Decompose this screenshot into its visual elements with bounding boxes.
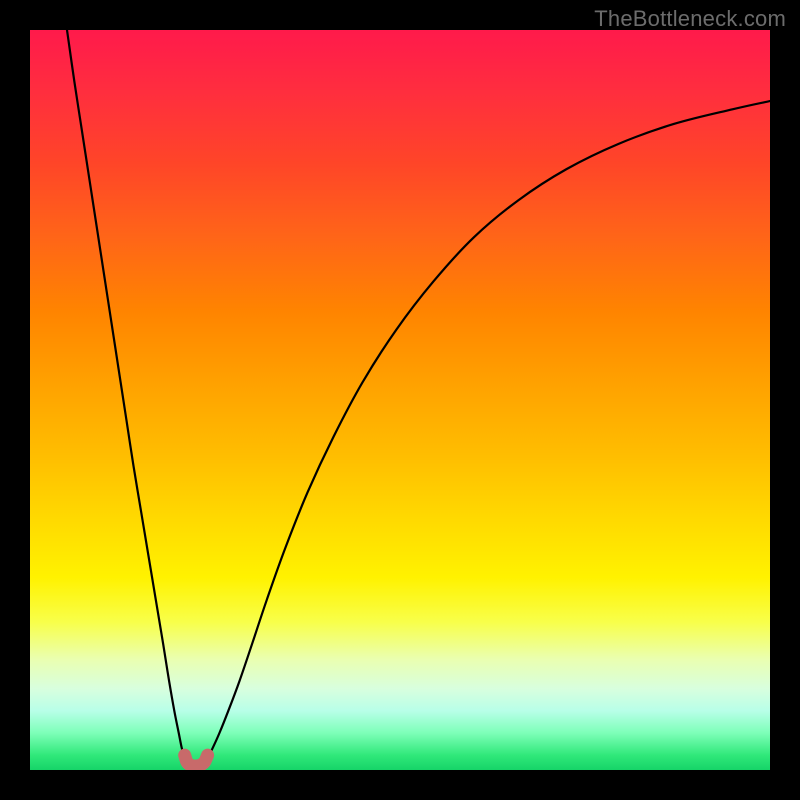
watermark-text: TheBottleneck.com (594, 6, 786, 32)
plot-area (30, 30, 770, 770)
chart-frame: TheBottleneck.com (0, 0, 800, 800)
curve-right-branch (204, 101, 770, 764)
curve-left-branch (67, 30, 187, 764)
valley-marker (185, 755, 208, 766)
chart-overlay (30, 30, 770, 770)
